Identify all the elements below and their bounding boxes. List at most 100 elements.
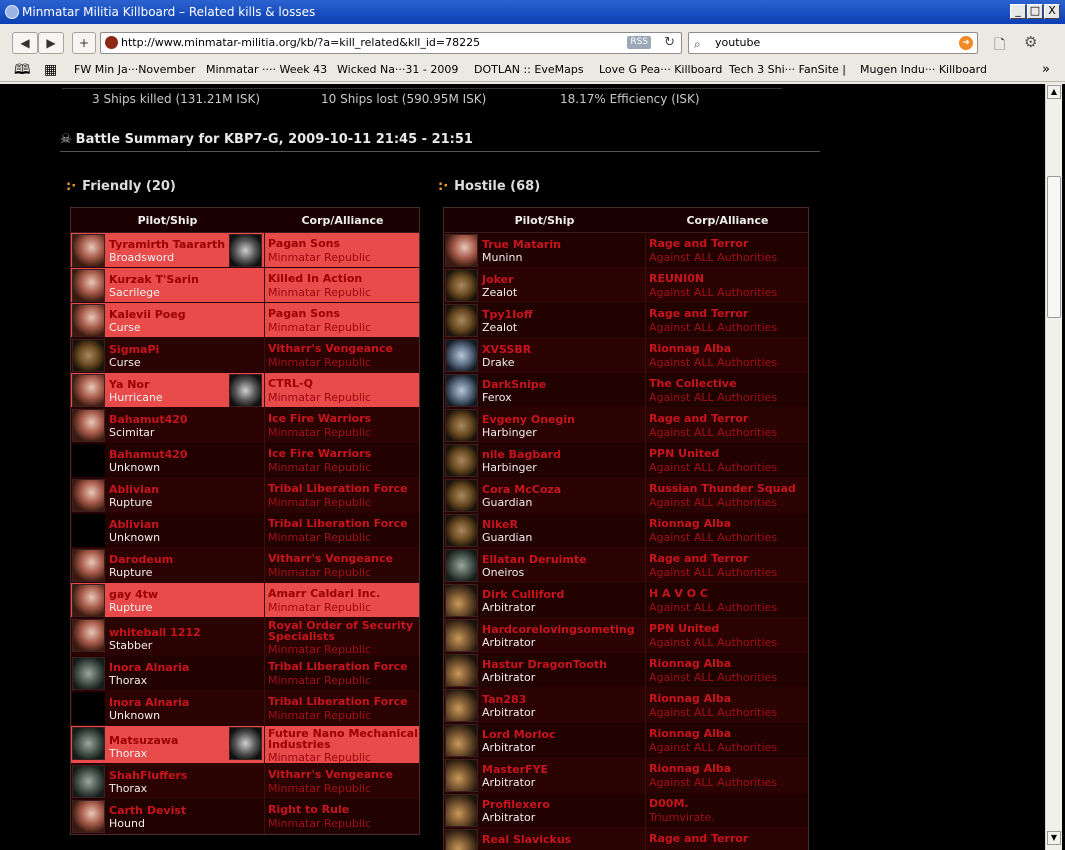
pilot-name[interactable]: Hardcorelovingsometing	[482, 623, 635, 636]
table-row[interactable]: Inora Alnaria Thorax Tribal Liberation For…	[71, 656, 419, 691]
ship-image[interactable]	[72, 409, 105, 442]
pilot-name[interactable]: Ya Nor	[109, 378, 149, 391]
table-row[interactable]: Ablivian Unknown Tribal Liberation Force Mi…	[71, 513, 419, 548]
pilot-name[interactable]: nile Bagbard	[482, 448, 561, 461]
corp-name[interactable]: PPN United	[649, 623, 719, 635]
pilot-name[interactable]: Profilexero	[482, 798, 550, 811]
table-row[interactable]: Tyramirth Taararth Broadsword Pagan Sons Mi…	[71, 233, 419, 268]
corp-name[interactable]: Rionnag Alba	[649, 518, 731, 530]
pilot-name[interactable]: Bahamut420	[109, 448, 188, 461]
pilot-name[interactable]: Ablivian	[109, 483, 159, 496]
ship-image[interactable]	[445, 794, 478, 827]
alliance-name[interactable]: Minmatar Republic	[268, 674, 371, 687]
corp-name[interactable]: Vitharr's Vengeance	[268, 553, 393, 565]
corp-name[interactable]: Tribal Liberation Force	[268, 696, 408, 708]
tools-menu-icon[interactable]: ⚙	[1024, 33, 1037, 51]
ship-image[interactable]	[72, 549, 105, 582]
corp-logo[interactable]	[229, 374, 262, 407]
corp-name[interactable]: Ice Fire Warriors	[268, 413, 371, 425]
ship-type[interactable]: Hound	[109, 817, 145, 830]
ship-type[interactable]: Scimitar	[109, 426, 154, 439]
ship-type[interactable]: Oneiros	[482, 566, 524, 579]
alliance-name[interactable]: Against ALL Authorities	[649, 461, 777, 474]
ship-image[interactable]	[72, 584, 105, 617]
corp-name[interactable]: Killed In Action	[268, 273, 362, 285]
corp-name[interactable]: Amarr Caldari Inc.	[268, 588, 380, 600]
bookmark-item[interactable]: Love G Pea··· Killboard	[599, 61, 722, 79]
ship-image[interactable]	[445, 374, 478, 407]
table-row[interactable]: Kurzak T'Sarin Sacrilege Killed In Action M…	[71, 268, 419, 303]
bookmark-item[interactable]: FW Min Ja···November	[74, 61, 195, 79]
alliance-name[interactable]: Minmatar Republic	[268, 566, 371, 579]
search-input[interactable]: youtube	[715, 36, 760, 49]
ship-image[interactable]	[72, 619, 105, 652]
alliance-name[interactable]: Minmatar Republic	[268, 356, 371, 369]
table-row[interactable]: Ellatan Deruimte Oneiros Rage and Terror Ag…	[444, 548, 808, 583]
ship-image[interactable]	[72, 339, 105, 372]
ship-type[interactable]: Harbinger	[482, 461, 537, 474]
pilot-name[interactable]: Bahamut420	[109, 413, 188, 426]
pilot-name[interactable]: Kalevii Poeg	[109, 308, 186, 321]
ship-image[interactable]	[445, 409, 478, 442]
corp-name[interactable]: CTRL-Q	[268, 378, 313, 390]
ship-image[interactable]	[445, 269, 478, 302]
table-row[interactable]: Ablivian Rupture Tribal Liberation Force Mi…	[71, 478, 419, 513]
corp-logo[interactable]	[229, 727, 262, 760]
pilot-name[interactable]: MasterFYE	[482, 763, 548, 776]
alliance-name[interactable]: Minmatar Republic	[268, 251, 371, 264]
ship-type[interactable]: Arbitrator	[482, 601, 535, 614]
ship-type[interactable]: Drake	[482, 356, 514, 369]
back-button[interactable]: ◀	[12, 32, 38, 54]
ship-type[interactable]: Muninn	[482, 251, 522, 264]
table-row[interactable]: Hastur DragonTooth Arbitrator Rionnag Alba…	[444, 653, 808, 688]
table-row[interactable]: nile Bagbard Harbinger PPN United Against A…	[444, 443, 808, 478]
ship-type[interactable]: Arbitrator	[482, 776, 535, 789]
pilot-name[interactable]: Joker	[482, 273, 514, 286]
pilot-name[interactable]: Ablivian	[109, 518, 159, 531]
ship-type[interactable]: Thorax	[109, 674, 147, 687]
ship-type[interactable]: Arbitrator	[482, 741, 535, 754]
pilot-name[interactable]: Cora McCoza	[482, 483, 561, 496]
corp-name[interactable]: Vitharr's Vengeance	[268, 769, 393, 781]
table-row[interactable]: Joker Zealot REUNI0N Against ALL Authoritie…	[444, 268, 808, 303]
table-row[interactable]: whiteball 1212 Stabber Royal Order of Secu…	[71, 618, 419, 656]
alliance-name[interactable]: Against ALL Authorities	[649, 601, 777, 614]
ship-image[interactable]	[445, 514, 478, 547]
table-row[interactable]: Real Slavickus Rage and Terror	[444, 828, 808, 850]
alliance-name[interactable]: Against ALL Authorities	[649, 706, 777, 719]
table-row[interactable]: Profilexero Arbitrator D00M. Triumvirate.	[444, 793, 808, 828]
pilot-name[interactable]: Hastur DragonTooth	[482, 658, 607, 671]
ship-type[interactable]: Rupture	[109, 496, 152, 509]
alliance-name[interactable]: Minmatar Republic	[268, 391, 371, 404]
pilot-name[interactable]: Dirk Culliford	[482, 588, 564, 601]
ship-type[interactable]: Rupture	[109, 566, 152, 579]
corp-name[interactable]: Pagan Sons	[268, 238, 340, 250]
alliance-name[interactable]: Against ALL Authorities	[649, 776, 777, 789]
ship-image[interactable]	[445, 619, 478, 652]
corp-name[interactable]: Rage and Terror	[649, 308, 748, 320]
alliance-name[interactable]: Minmatar Republic	[268, 782, 371, 795]
pilot-name[interactable]: whiteball 1212	[109, 626, 201, 639]
table-row[interactable]: Hardcorelovingsometing Arbitrator PPN Unit…	[444, 618, 808, 653]
alliance-name[interactable]: Minmatar Republic	[268, 426, 371, 439]
pilot-name[interactable]: Tpy1Ioff	[482, 308, 533, 321]
corp-name[interactable]: Tribal Liberation Force	[268, 661, 408, 673]
pilot-name[interactable]: Matsuzawa	[109, 734, 178, 747]
ship-type[interactable]: Thorax	[109, 782, 147, 795]
table-row[interactable]: Lord Morloc Arbitrator Rionnag Alba Against…	[444, 723, 808, 758]
bookmark-item[interactable]: Wicked Na···31 - 2009	[337, 61, 458, 79]
ship-image[interactable]	[445, 304, 478, 337]
table-row[interactable]: Ya Nor Hurricane CTRL-Q Minmatar Republic	[71, 373, 419, 408]
ship-type[interactable]: Guardian	[482, 531, 532, 544]
corp-name[interactable]: Russian Thunder Squad	[649, 483, 796, 495]
ship-image[interactable]	[445, 339, 478, 372]
reader-icon[interactable]: 🕮	[14, 61, 31, 79]
ship-type[interactable]: Thorax	[109, 747, 147, 760]
ship-image[interactable]	[72, 692, 105, 725]
ship-type[interactable]: Curse	[109, 356, 141, 369]
corp-name[interactable]: Rionnag Alba	[649, 658, 731, 670]
corp-name[interactable]: H A V O C	[649, 588, 708, 600]
maximize-button[interactable]: □	[1027, 4, 1043, 19]
table-row[interactable]: Dirk Culliford Arbitrator H A V O C Against…	[444, 583, 808, 618]
alliance-name[interactable]: Against ALL Authorities	[649, 391, 777, 404]
